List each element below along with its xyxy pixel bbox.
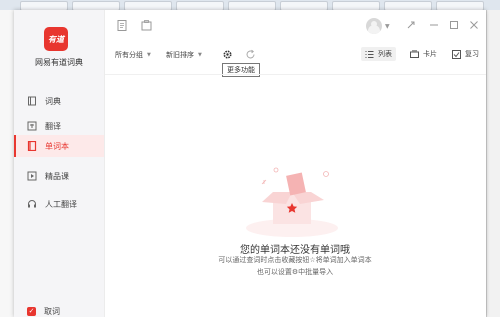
check-icon: ✓	[27, 307, 36, 316]
sort-dropdown[interactable]: 新旧排序 ▼	[166, 50, 202, 60]
card-icon	[410, 49, 419, 59]
mini-mode-icon[interactable]	[405, 19, 417, 31]
view-card-button[interactable]: 卡片	[410, 47, 437, 61]
list-icon	[365, 50, 374, 59]
toolbar-divider	[105, 74, 486, 75]
chevron-down-icon: ▼	[198, 52, 202, 58]
app-name: 网易有道词典	[35, 58, 83, 67]
review-label: 复习	[465, 50, 479, 58]
book-icon	[27, 96, 37, 106]
app-logo: 有道	[44, 27, 68, 51]
settings-gear-icon[interactable]	[221, 48, 233, 60]
note-icon[interactable]	[116, 19, 128, 31]
view-card-label: 卡片	[423, 50, 437, 58]
word-capture-label: 取词	[44, 307, 60, 316]
sidebar-item-translate[interactable]: 翻译	[14, 115, 104, 137]
close-icon[interactable]	[468, 19, 480, 31]
user-avatar[interactable]	[366, 18, 382, 34]
sort-dropdown-label: 新旧排序	[166, 51, 194, 59]
sidebar-item-label: 人工翻译	[45, 199, 77, 209]
wordbook-icon	[27, 141, 37, 151]
sidebar-item-human-translation[interactable]: 人工翻译	[14, 193, 104, 215]
sidebar: 有道 网易有道词典 词典 翻译 单词本 精品课 人工翻译 ✓ 取词	[14, 10, 105, 317]
review-button[interactable]: 复习	[452, 47, 479, 61]
sidebar-item-label: 精品课	[45, 171, 69, 181]
chevron-down-icon: ▼	[147, 52, 151, 58]
sidebar-item-courses[interactable]: 精品课	[14, 165, 104, 187]
view-list-label: 列表	[378, 50, 392, 58]
sync-icon[interactable]	[244, 48, 256, 60]
review-icon	[452, 49, 461, 59]
sidebar-item-label: 翻译	[45, 121, 61, 131]
sidebar-item-wordbook[interactable]: 单词本	[14, 135, 104, 157]
background-code-editor	[0, 10, 15, 317]
chevron-down-icon[interactable]: ▼	[385, 23, 390, 30]
empty-state-title: 您的单词本还没有单词哦	[240, 245, 350, 256]
group-dropdown-label: 所有分组	[115, 51, 143, 59]
minimize-icon[interactable]	[428, 19, 440, 31]
sidebar-item-dictionary[interactable]: 词典	[14, 90, 104, 112]
screenshot-icon[interactable]	[140, 19, 152, 31]
empty-box-illustration	[246, 167, 338, 237]
headset-icon	[27, 199, 37, 209]
empty-state-hint-1: 可以通过查词时点击收藏按钮☆将单词加入单词本	[218, 256, 372, 264]
youdao-dictionary-window: 有道 网易有道词典 词典 翻译 单词本 精品课 人工翻译 ✓ 取词 ▼ 所有分组…	[14, 10, 486, 317]
word-capture-toggle[interactable]: ✓ 取词	[27, 306, 60, 317]
view-list-button[interactable]: 列表	[361, 47, 396, 61]
play-icon	[27, 171, 37, 181]
sidebar-item-label: 词典	[45, 96, 61, 106]
empty-state-hint-2: 也可以设置⚙中批量导入	[256, 268, 334, 276]
translate-icon	[27, 121, 37, 131]
background-page-edge	[486, 10, 500, 317]
group-dropdown[interactable]: 所有分组 ▼	[115, 50, 151, 60]
sidebar-item-label: 单词本	[45, 141, 69, 151]
app-logo-text: 有道	[48, 34, 64, 44]
maximize-icon[interactable]	[448, 19, 460, 31]
